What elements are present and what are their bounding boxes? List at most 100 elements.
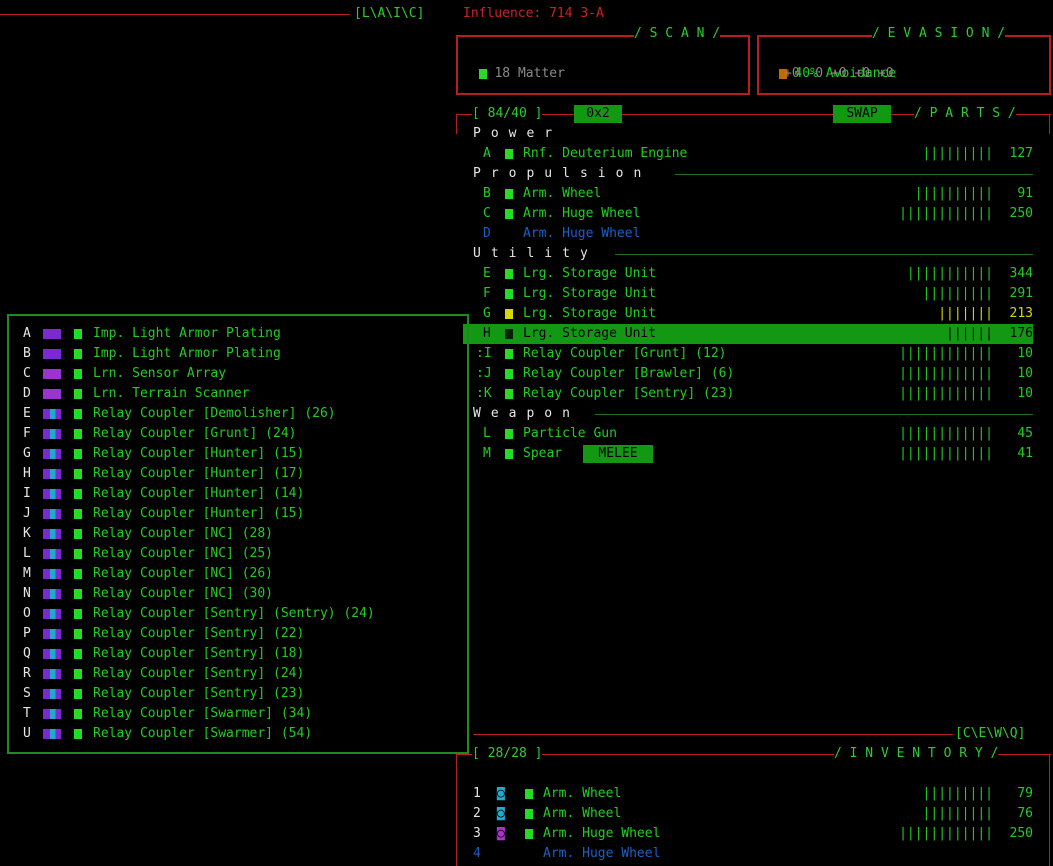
scan-line: 18 Matter — [463, 44, 565, 84]
popup-item-name: Relay Coupler [Hunter] (15) — [93, 446, 305, 461]
popup-item-name: Relay Coupler [Sentry] (24) — [93, 666, 305, 681]
integrity-value: 250 — [1009, 206, 1033, 221]
popup-item-status-icon — [74, 469, 82, 479]
relay-coupler-icon — [43, 509, 61, 519]
popup-item-status-icon — [74, 369, 82, 379]
laic-tag[interactable]: [L\A\I\C] — [354, 4, 424, 24]
integrity-value: 10 — [1017, 386, 1033, 401]
part-name: Arm. Huge Wheel — [523, 226, 641, 241]
popup-item-name: Relay Coupler [Sentry] (23) — [93, 686, 305, 701]
part-name: Lrg. Storage Unit — [523, 266, 657, 281]
part-name: Arm. Wheel — [523, 186, 602, 201]
popup-item-status-icon — [74, 409, 82, 419]
part-name: Lrg. Storage Unit — [523, 306, 657, 321]
integrity-bar: |||||||||||| — [899, 426, 993, 441]
integrity-value: 79 — [1017, 786, 1033, 801]
relay-coupler-icon — [43, 529, 61, 539]
part-name: Arm. Huge Wheel — [523, 206, 641, 221]
part-key: :J — [476, 366, 492, 381]
integrity-value: 127 — [1009, 146, 1033, 161]
popup-item-key: C — [23, 366, 31, 381]
relay-coupler-icon — [43, 409, 61, 419]
popup-item-name: Relay Coupler [Hunter] (17) — [93, 466, 305, 481]
inventory-key: 1 — [473, 786, 481, 801]
part-key: H — [483, 326, 491, 341]
cewq-tag[interactable]: [C\E\W\Q] — [955, 724, 1025, 744]
part-status-icon — [505, 289, 513, 299]
relay-coupler-icon — [43, 489, 61, 499]
integrity-value: 76 — [1017, 806, 1033, 821]
integrity-bar: ||||||||| — [922, 286, 993, 301]
popup-item-name: Relay Coupler [NC] (30) — [93, 586, 274, 601]
popup-item-key: B — [23, 346, 31, 361]
relay-coupler-icon — [43, 449, 61, 459]
relay-coupler-icon — [43, 429, 61, 439]
inventory-name: Arm. Huge Wheel — [543, 826, 661, 841]
popup-item-status-icon — [74, 489, 82, 499]
relay-coupler-icon — [43, 589, 61, 599]
mode-button[interactable]: 0x2 — [574, 105, 622, 123]
integrity-bar: ||||||||| — [922, 786, 993, 801]
integrity-value: 344 — [1009, 266, 1033, 281]
popup-item-status-icon — [74, 629, 82, 639]
popup-item-status-icon — [74, 349, 82, 359]
inventory-key: 4 — [473, 846, 481, 861]
part-key: F — [483, 286, 491, 301]
part-name: Relay Coupler [Grunt] (12) — [523, 346, 727, 361]
relay-coupler-icon — [43, 669, 61, 679]
integrity-bar: |||||||||||| — [899, 446, 993, 461]
inventory-key: 3 — [473, 826, 481, 841]
popup-item-key: F — [23, 426, 31, 441]
integrity-bar: |||||||||||| — [899, 346, 993, 361]
inventory-title: / I N V E N T O R Y / — [834, 744, 999, 764]
popup-item-status-icon — [74, 609, 82, 619]
popup-item-key: K — [23, 526, 31, 541]
utility-divider — [615, 254, 1033, 255]
part-status-icon — [505, 309, 513, 319]
top-divider — [0, 14, 350, 15]
popup-item-key: N — [23, 586, 31, 601]
part-key: G — [483, 306, 491, 321]
part-key: E — [483, 266, 491, 281]
integrity-value: 45 — [1017, 426, 1033, 441]
integrity-bar: |||||||||| — [914, 186, 993, 201]
popup-item-key: E — [23, 406, 31, 421]
popup-item-status-icon — [74, 649, 82, 659]
armor-icon — [43, 329, 61, 339]
popup-item-name: Relay Coupler [NC] (26) — [93, 566, 274, 581]
popup-item-key: T — [23, 706, 31, 721]
part-key: A — [483, 146, 491, 161]
popup-item-status-icon — [74, 329, 82, 339]
popup-item-name: Relay Coupler [Sentry] (Sentry) (24) — [93, 606, 375, 621]
popup-item-name: Relay Coupler [Swarmer] (54) — [93, 726, 313, 741]
evasion-line2: +0 -0 +0 +0 +0 — [784, 66, 894, 81]
inventory-key: 2 — [473, 806, 481, 821]
popup-item-name: Lrn. Terrain Scanner — [93, 386, 250, 401]
integrity-bar: |||||||||||| — [899, 386, 993, 401]
part-status-icon — [505, 349, 513, 359]
popup-item-key: A — [23, 326, 31, 341]
part-key: :I — [476, 346, 492, 361]
popup-item-key: G — [23, 446, 31, 461]
inventory-name: Arm. Wheel — [543, 806, 622, 821]
popup-item-key: M — [23, 566, 31, 581]
integrity-value: 291 — [1009, 286, 1033, 301]
sensor-icon — [43, 369, 61, 379]
part-status-icon — [505, 149, 513, 159]
parts-title: / P A R T S / — [914, 104, 1016, 124]
integrity-bar: ||||||||||| — [906, 266, 993, 281]
inventory-top-line — [473, 734, 953, 735]
relay-coupler-icon — [43, 689, 61, 699]
section-power: Power — [473, 126, 563, 141]
integrity-value: 10 — [1017, 346, 1033, 361]
popup-item-name: Relay Coupler [Demolisher] (26) — [93, 406, 336, 421]
integrity-bar: |||||||||||| — [899, 826, 993, 841]
relay-coupler-icon — [43, 629, 61, 639]
popup-item-key: U — [23, 726, 31, 741]
integrity-bar: ||||||||| — [922, 806, 993, 821]
popup-item-key: O — [23, 606, 31, 621]
melee-tag: MELEE — [583, 445, 653, 463]
integrity-bar: ||||||||| — [922, 146, 993, 161]
inventory-status-icon — [525, 789, 533, 799]
swap-button[interactable]: SWAP — [833, 105, 891, 123]
